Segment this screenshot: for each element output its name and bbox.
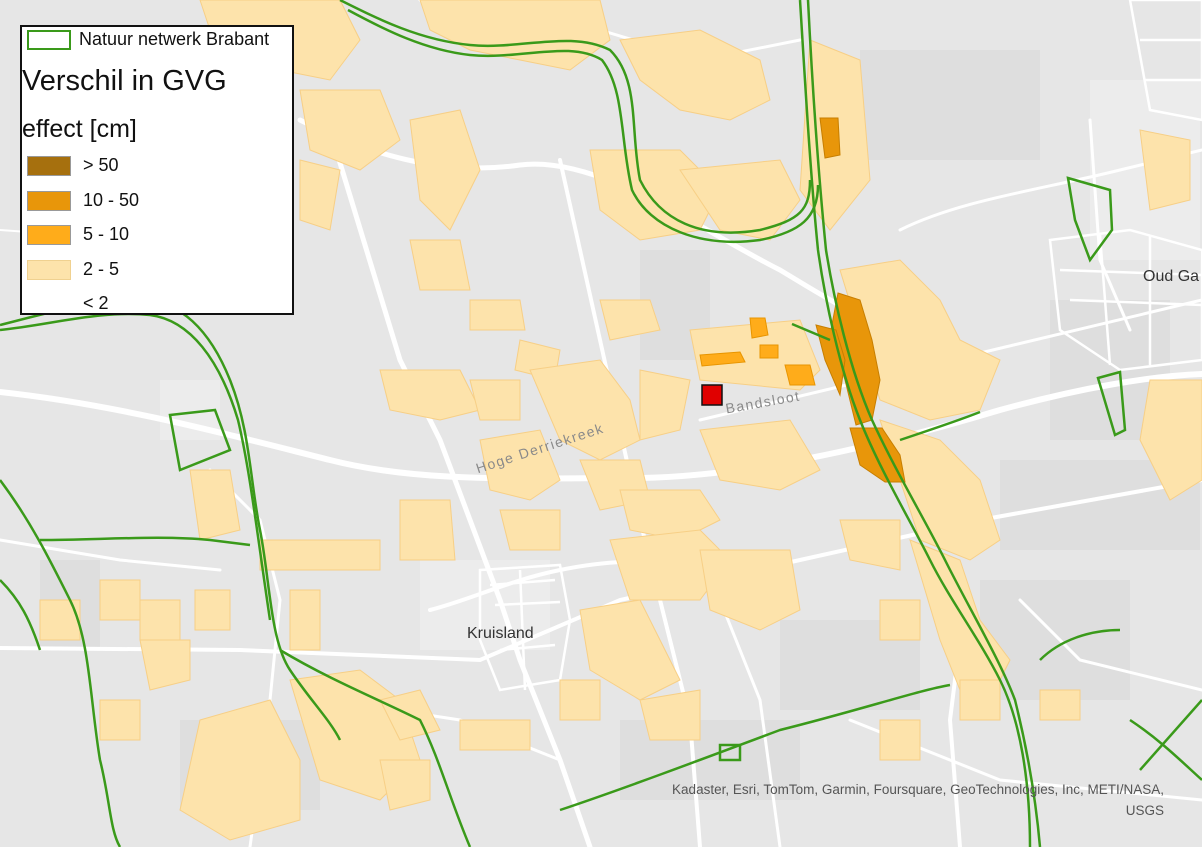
legend-class-2: 10 - 50 — [22, 190, 139, 211]
swatch-lt-2 — [27, 294, 71, 314]
label-oud-gastel: Oud Ga — [1143, 268, 1200, 285]
legend-class-5: < 2 — [22, 293, 109, 314]
network-outline-symbol — [27, 29, 71, 50]
legend-class-label: 2 - 5 — [83, 259, 120, 279]
legend-title: Verschil in GVG — [22, 65, 227, 97]
swatch-10-50 — [27, 190, 71, 211]
swatch-2-5 — [27, 259, 71, 280]
legend-class-label: 5 - 10 — [83, 224, 130, 244]
legend-subtitle: effect [cm] — [22, 115, 137, 143]
swatch-gt-50 — [27, 155, 71, 176]
legend-class-label: > 50 — [83, 155, 119, 175]
legend-network-label: Natuur netwerk Brabant — [79, 29, 270, 49]
legend-class-4: 2 - 5 — [22, 259, 119, 280]
map-attribution: Kadaster, Esri, TomTom, Garmin, Foursqua… — [672, 779, 1164, 821]
map-legend: Natuur netwerk Brabant Verschil in GVG e… — [20, 25, 294, 315]
map-view[interactable]: Bandsloot Hoge Derriekreek Kruisland Oud… — [0, 0, 1202, 847]
legend-network-row: Natuur netwerk Brabant — [22, 29, 269, 50]
legend-class-3: 5 - 10 — [22, 224, 129, 245]
legend-class-1: > 50 — [22, 155, 119, 176]
site-marker[interactable] — [701, 384, 723, 406]
attribution-line-2: USGS — [1125, 803, 1164, 818]
label-kruisland: Kruisland — [467, 625, 534, 642]
legend-class-label: < 2 — [83, 293, 109, 313]
attribution-line-1: Kadaster, Esri, TomTom, Garmin, Foursqua… — [672, 782, 1164, 797]
swatch-5-10 — [27, 224, 71, 245]
legend-class-label: 10 - 50 — [83, 190, 140, 210]
